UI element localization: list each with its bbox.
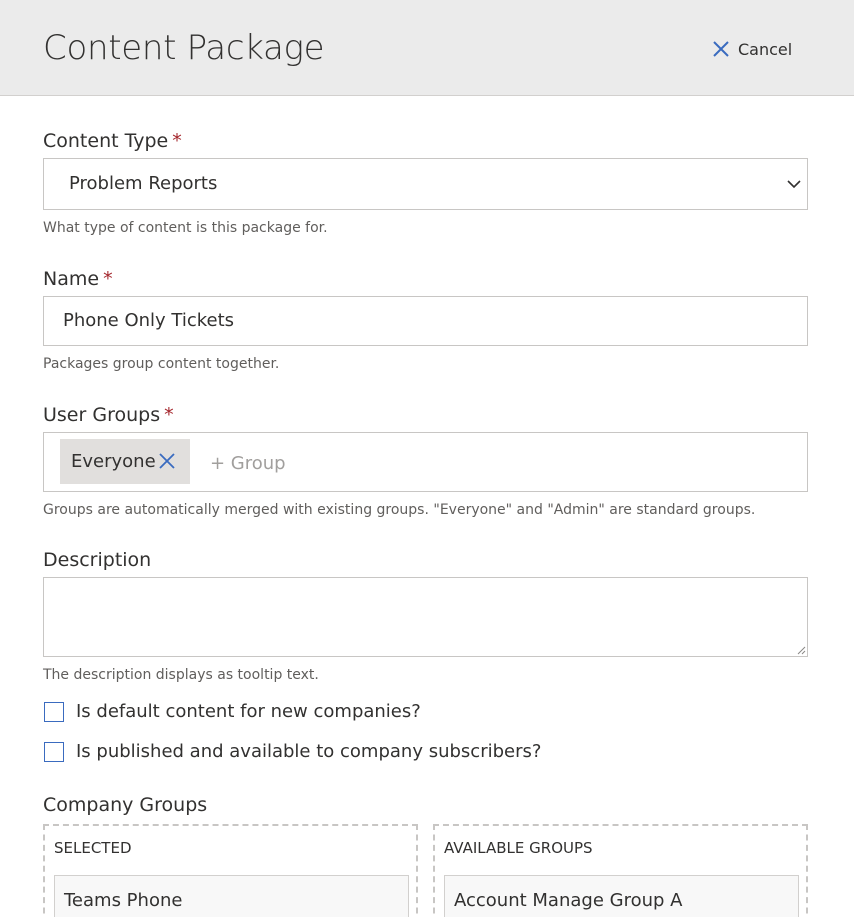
default-content-checkbox-row[interactable]: Is default content for new companies?	[44, 701, 421, 722]
panel-title: Content Package	[43, 28, 325, 68]
user-groups-label: User Groups *	[43, 404, 174, 426]
content-type-label: Content Type *	[43, 130, 182, 152]
panel-header: Content Package Cancel	[0, 0, 854, 96]
published-label: Is published and available to company su…	[76, 741, 542, 762]
name-input[interactable]	[63, 310, 763, 331]
name-label: Name *	[43, 268, 113, 290]
company-groups-label: Company Groups	[43, 794, 208, 816]
content-type-help: What type of content is this package for…	[43, 220, 328, 236]
required-mark: *	[172, 130, 182, 152]
cancel-button[interactable]: Cancel	[712, 36, 792, 62]
available-groups-box: AVAILABLE GROUPS Account Manage Group A	[433, 824, 808, 917]
user-groups-help: Groups are automatically merged with exi…	[43, 502, 756, 518]
name-field[interactable]	[43, 296, 808, 346]
cancel-label: Cancel	[738, 39, 793, 59]
default-content-checkbox[interactable]	[44, 701, 64, 722]
published-checkbox[interactable]	[44, 741, 64, 762]
selected-groups-title: SELECTED	[54, 839, 132, 857]
group-chip: Everyone	[60, 439, 190, 484]
selected-group-item[interactable]: Teams Phone	[54, 875, 409, 917]
content-type-select[interactable]: Problem Reports	[43, 158, 808, 210]
description-help: The description displays as tooltip text…	[43, 667, 319, 683]
default-content-label: Is default content for new companies?	[76, 701, 421, 722]
chip-label: Everyone	[71, 451, 156, 472]
content-type-value: Problem Reports	[69, 173, 218, 194]
chevron-down-icon	[787, 180, 801, 189]
selected-groups-box: SELECTED Teams Phone	[43, 824, 418, 917]
required-mark: *	[103, 268, 113, 290]
available-groups-title: AVAILABLE GROUPS	[444, 839, 593, 857]
description-textarea[interactable]	[43, 577, 808, 657]
description-label: Description	[43, 549, 152, 571]
remove-chip-icon[interactable]	[157, 451, 177, 471]
required-mark: *	[164, 404, 174, 426]
user-groups-field[interactable]: Everyone + Group	[43, 432, 808, 492]
name-help: Packages group content together.	[43, 356, 280, 372]
resize-grip-icon[interactable]	[796, 645, 806, 655]
available-group-item[interactable]: Account Manage Group A	[444, 875, 799, 917]
close-icon	[713, 41, 729, 57]
add-group-input[interactable]: + Group	[210, 453, 286, 474]
published-checkbox-row[interactable]: Is published and available to company su…	[44, 741, 541, 762]
